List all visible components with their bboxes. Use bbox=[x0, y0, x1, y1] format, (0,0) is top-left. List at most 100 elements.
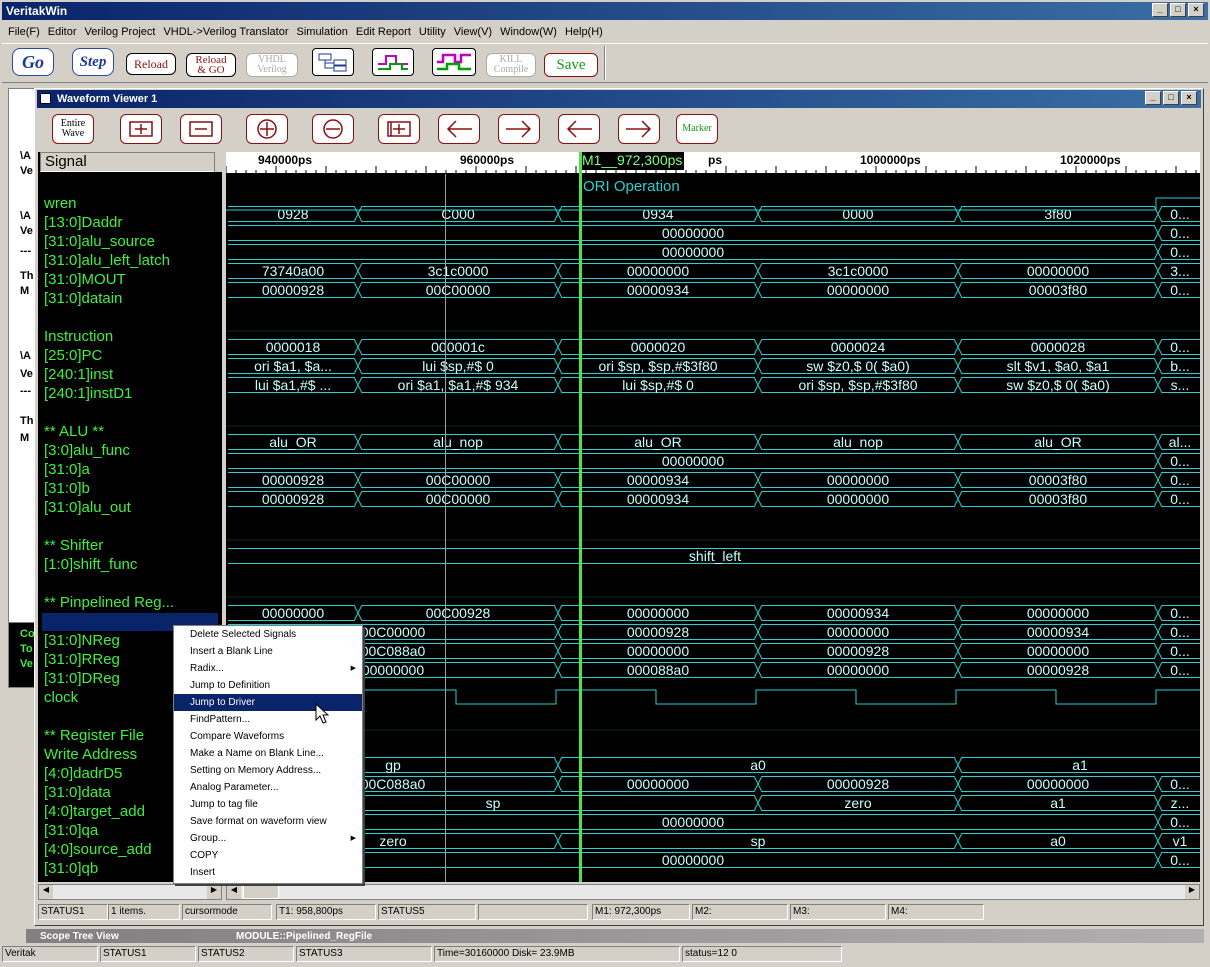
context-menu-item[interactable]: Analog Parameter... bbox=[174, 779, 362, 796]
signal-row[interactable]: [31:0]NReg bbox=[44, 632, 120, 649]
next-marker-button[interactable] bbox=[618, 114, 660, 144]
zoom-out-area-icon bbox=[189, 121, 213, 137]
scroll-right-icon[interactable]: ▶ bbox=[207, 885, 221, 899]
context-menu-item[interactable]: Insert a Blank Line bbox=[174, 643, 362, 660]
wv-maximize-button[interactable]: □ bbox=[1163, 91, 1179, 105]
menu-item-1[interactable]: Editor bbox=[44, 26, 81, 38]
wv-close-button[interactable]: × bbox=[1181, 91, 1197, 105]
menu-item-2[interactable]: Verilog Project bbox=[81, 26, 160, 38]
signal-row[interactable]: [13:0]Daddr bbox=[44, 214, 122, 231]
forward-arrow-button[interactable] bbox=[498, 114, 540, 144]
menu-item-9[interactable]: Help(H) bbox=[561, 26, 607, 38]
signal-row[interactable]: clock bbox=[44, 689, 78, 706]
signal-row[interactable]: [31:0]alu_source bbox=[44, 233, 155, 250]
context-menu-item[interactable]: Compare Waveforms bbox=[174, 728, 362, 745]
maximize-button[interactable]: □ bbox=[1170, 3, 1186, 17]
prev-marker-button[interactable] bbox=[558, 114, 600, 144]
kill-compile-button[interactable]: KILL Compile bbox=[486, 53, 536, 77]
context-menu-item[interactable]: Setting on Memory Address... bbox=[174, 762, 362, 779]
signal-row[interactable]: [240:1]inst bbox=[44, 366, 113, 383]
menu-item-8[interactable]: Window(W) bbox=[496, 26, 561, 38]
wave-status-pane: STATUS5 bbox=[378, 904, 476, 920]
context-menu-item[interactable]: Radix... ▶ bbox=[174, 660, 362, 677]
signal-row[interactable]: [240:1]instD1 bbox=[44, 385, 132, 402]
ruler-label-940: 940000ps bbox=[258, 153, 313, 167]
waveform-button[interactable] bbox=[372, 48, 414, 76]
signal-row[interactable]: [4:0]source_add bbox=[44, 841, 152, 858]
step-button[interactable]: Step bbox=[72, 48, 114, 76]
signal-row[interactable]: [31:0]b bbox=[44, 480, 90, 497]
menu-item-3[interactable]: VHDL->Verilog Translator bbox=[159, 26, 292, 38]
reload-button[interactable]: Reload bbox=[126, 53, 176, 75]
signal-row[interactable]: Write Address bbox=[44, 746, 137, 763]
save-button[interactable]: Save bbox=[544, 53, 598, 77]
zoom-out-area-button[interactable] bbox=[180, 114, 222, 144]
zoom-area-button[interactable] bbox=[120, 114, 162, 144]
signal-row[interactable]: [31:0]alu_out bbox=[44, 499, 131, 516]
zoom-in-button[interactable] bbox=[246, 114, 288, 144]
menu-item-0[interactable]: File(F) bbox=[4, 26, 44, 38]
signal-row[interactable]: [3:0]alu_func bbox=[44, 442, 130, 459]
signal-row[interactable]: ** Shifter bbox=[44, 537, 103, 554]
scroll-left-icon[interactable]: ◀ bbox=[39, 885, 53, 899]
signal-row[interactable]: ** ALU ** bbox=[44, 423, 104, 440]
signal-row[interactable]: [31:0]data bbox=[44, 784, 111, 801]
context-menu-item[interactable]: Jump to Driver bbox=[174, 694, 362, 711]
wave-status-pane: cursormode bbox=[182, 904, 272, 920]
context-menu-item[interactable]: Delete Selected Signals bbox=[174, 626, 362, 643]
signal-row[interactable]: [31:0]a bbox=[44, 461, 90, 478]
context-menu-item[interactable]: Insert bbox=[174, 864, 362, 881]
entire-wave-button[interactable]: Entire Wave bbox=[52, 114, 94, 144]
context-menu-item[interactable]: Jump to Definition bbox=[174, 677, 362, 694]
bg-text-5: Th bbox=[20, 270, 34, 282]
zoom-out-button[interactable] bbox=[312, 114, 354, 144]
menu-item-4[interactable]: Simulation bbox=[293, 26, 352, 38]
signal-row[interactable]: [31:0]datain bbox=[44, 290, 122, 307]
marker-button[interactable]: Marker bbox=[676, 114, 718, 144]
vhdl-verilog-button[interactable]: VHDL Verilog bbox=[246, 53, 298, 77]
menu-item-5[interactable]: Edit Report bbox=[352, 26, 415, 38]
wave-scroll-left-icon[interactable]: ◀ bbox=[227, 885, 241, 899]
context-menu-item[interactable]: Group... ▶ bbox=[174, 830, 362, 847]
waveform-new-button[interactable] bbox=[432, 48, 476, 76]
signal-row[interactable]: [31:0]RReg bbox=[44, 651, 120, 668]
signal-row[interactable]: [31:0]qb bbox=[44, 860, 98, 877]
context-menu-item[interactable]: Jump to tag file bbox=[174, 796, 362, 813]
reload-go-button[interactable]: Reload & GO bbox=[186, 53, 236, 77]
signal-row[interactable]: [25:0]PC bbox=[44, 347, 102, 364]
signal-row[interactable]: ** Register File bbox=[44, 727, 144, 744]
bg-text-7: \A bbox=[20, 350, 31, 362]
wave-scroll-right-icon[interactable]: ▶ bbox=[1185, 885, 1199, 899]
context-menu-item[interactable]: COPY bbox=[174, 847, 362, 864]
wv-doc-icon bbox=[40, 93, 51, 104]
minimize-button[interactable]: _ bbox=[1152, 3, 1168, 17]
context-menu-item[interactable]: Make a Name on Blank Line... bbox=[174, 745, 362, 762]
hierarchy-button[interactable] bbox=[312, 48, 354, 76]
zoom-area-icon bbox=[129, 121, 153, 137]
wave-scroll-thumb[interactable] bbox=[243, 885, 279, 899]
context-menu-item[interactable]: Save format on waveform view bbox=[174, 813, 362, 830]
go-button[interactable]: Go bbox=[12, 48, 54, 76]
signal-row[interactable]: [31:0]MOUT bbox=[44, 271, 126, 288]
menu-item-6[interactable]: Utility bbox=[415, 26, 450, 38]
signal-row[interactable]: [31:0]alu_left_latch bbox=[44, 252, 170, 269]
zoom-fit-button[interactable] bbox=[378, 114, 420, 144]
signal-row[interactable]: wren bbox=[44, 195, 77, 212]
signal-header-splitter bbox=[214, 152, 222, 172]
close-button[interactable]: × bbox=[1188, 3, 1204, 17]
back-arrow-button[interactable] bbox=[438, 114, 480, 144]
context-menu-item[interactable]: FindPattern... bbox=[174, 711, 362, 728]
signal-row[interactable]: [4:0]dadrD5 bbox=[44, 765, 122, 782]
wv-minimize-button[interactable]: _ bbox=[1145, 91, 1161, 105]
signal-hscroll[interactable]: ◀ ▶ bbox=[38, 884, 222, 900]
wave-hscroll[interactable]: ◀ ▶ bbox=[226, 884, 1200, 900]
signal-row[interactable]: [31:0]qa bbox=[44, 822, 98, 839]
signal-row[interactable]: [31:0]DReg bbox=[44, 670, 120, 687]
reload-go-label-2: & GO bbox=[197, 64, 225, 76]
menu-item-7[interactable]: View(V) bbox=[450, 26, 496, 38]
zoom-out-icon bbox=[323, 119, 343, 139]
signal-row[interactable]: ** Pinpelined Reg... bbox=[44, 594, 174, 611]
signal-row[interactable]: [4:0]target_add bbox=[44, 803, 145, 820]
signal-row[interactable]: Instruction bbox=[44, 328, 113, 345]
signal-row[interactable]: [1:0]shift_func bbox=[44, 556, 137, 573]
